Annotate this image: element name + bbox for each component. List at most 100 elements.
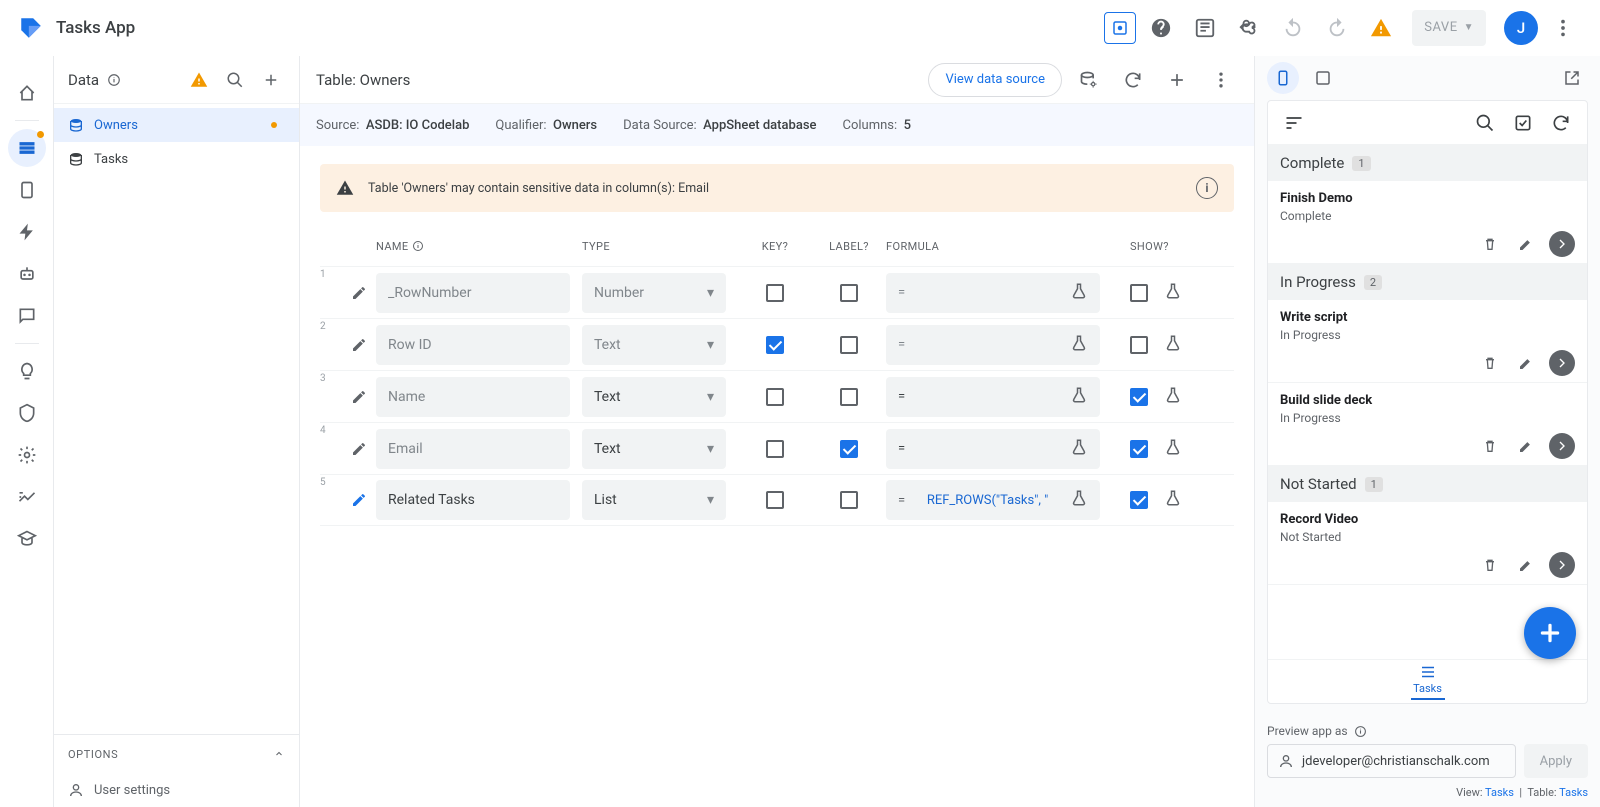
regenerate-icon[interactable] xyxy=(1116,63,1150,97)
table-settings-icon[interactable] xyxy=(1072,63,1106,97)
open-external-icon[interactable] xyxy=(1556,62,1588,94)
edit-icon[interactable] xyxy=(1513,231,1539,257)
column-type-select[interactable]: Text▾ xyxy=(582,325,726,365)
column-type-select[interactable]: Number▾ xyxy=(582,273,726,313)
rail-bots-icon[interactable] xyxy=(8,255,46,293)
column-name-field[interactable]: Related Tasks xyxy=(376,480,570,520)
test-icon[interactable] xyxy=(1164,334,1182,356)
feedback-icon[interactable] xyxy=(1186,9,1224,47)
test-icon[interactable] xyxy=(1164,282,1182,304)
formula-field[interactable]: = REF_ROWS("Tasks", " xyxy=(886,480,1100,520)
edit-column-icon[interactable] xyxy=(342,337,376,353)
key-checkbox[interactable] xyxy=(766,388,784,406)
column-type-select[interactable]: List▾ xyxy=(582,480,726,520)
label-checkbox[interactable] xyxy=(840,388,858,406)
column-type-select[interactable]: Text▾ xyxy=(582,429,726,469)
rail-data-icon[interactable] xyxy=(8,129,46,167)
test-icon[interactable] xyxy=(1164,386,1182,408)
panel-warning-icon[interactable] xyxy=(185,66,213,94)
alert-info-icon[interactable]: i xyxy=(1196,177,1218,199)
rail-views-icon[interactable] xyxy=(8,171,46,209)
key-checkbox[interactable] xyxy=(766,284,784,302)
group-header[interactable]: Complete1 xyxy=(1268,145,1587,181)
redo-icon[interactable] xyxy=(1318,9,1356,47)
preview-refresh-icon[interactable] xyxy=(1545,107,1577,139)
add-column-icon[interactable] xyxy=(1160,63,1194,97)
label-checkbox[interactable] xyxy=(840,336,858,354)
column-name-field[interactable]: Name xyxy=(376,377,570,417)
rail-home-icon[interactable] xyxy=(8,74,46,112)
chevron-right-icon[interactable] xyxy=(1549,433,1575,459)
chevron-right-icon[interactable] xyxy=(1549,552,1575,578)
chevron-right-icon[interactable] xyxy=(1549,350,1575,376)
device-mobile-icon[interactable] xyxy=(1267,62,1299,94)
preview-email-input[interactable]: jdeveloper@christianschalk.com xyxy=(1267,744,1516,778)
formula-field[interactable]: = xyxy=(886,273,1100,313)
user-settings-row[interactable]: User settings xyxy=(54,773,299,807)
key-checkbox[interactable] xyxy=(766,491,784,509)
edit-icon[interactable] xyxy=(1513,350,1539,376)
undo-icon[interactable] xyxy=(1274,9,1312,47)
footer-view-link[interactable]: Tasks xyxy=(1485,786,1514,799)
task-card[interactable]: Write scriptIn Progress xyxy=(1268,300,1587,383)
show-checkbox[interactable] xyxy=(1130,336,1148,354)
column-type-select[interactable]: Text▾ xyxy=(582,377,726,417)
preview-search-icon[interactable] xyxy=(1469,107,1501,139)
task-card[interactable]: Build slide deckIn Progress xyxy=(1268,383,1587,466)
show-checkbox[interactable] xyxy=(1130,388,1148,406)
test-icon[interactable] xyxy=(1164,489,1182,511)
show-checkbox[interactable] xyxy=(1130,491,1148,509)
rail-chat-icon[interactable] xyxy=(8,297,46,335)
assistant-icon[interactable] xyxy=(1104,12,1136,44)
view-data-source-button[interactable]: View data source xyxy=(928,63,1062,97)
formula-field[interactable]: = xyxy=(886,325,1100,365)
options-header[interactable]: OPTIONS xyxy=(54,735,299,773)
edit-column-icon[interactable] xyxy=(342,389,376,405)
column-name-field[interactable]: Row ID xyxy=(376,325,570,365)
more-icon[interactable] xyxy=(1544,9,1582,47)
info-icon[interactable] xyxy=(107,73,121,87)
fab-add-button[interactable] xyxy=(1524,607,1576,659)
label-checkbox[interactable] xyxy=(840,284,858,302)
warning-icon[interactable] xyxy=(1362,9,1400,47)
table-more-icon[interactable] xyxy=(1204,63,1238,97)
rail-actions-icon[interactable] xyxy=(8,213,46,251)
sort-icon[interactable] xyxy=(1278,107,1310,139)
chevron-right-icon[interactable] xyxy=(1549,231,1575,257)
label-checkbox[interactable] xyxy=(840,491,858,509)
edit-column-icon[interactable] xyxy=(342,285,376,301)
add-table-icon[interactable] xyxy=(257,66,285,94)
device-tablet-icon[interactable] xyxy=(1307,62,1339,94)
rail-settings-icon[interactable] xyxy=(8,436,46,474)
edit-icon[interactable] xyxy=(1513,433,1539,459)
delete-icon[interactable] xyxy=(1477,231,1503,257)
rail-security-icon[interactable] xyxy=(8,394,46,432)
task-card[interactable]: Record VideoNot Started xyxy=(1268,502,1587,585)
search-icon[interactable] xyxy=(221,66,249,94)
group-header[interactable]: In Progress2 xyxy=(1268,264,1587,300)
formula-field[interactable]: = xyxy=(886,377,1100,417)
test-icon[interactable] xyxy=(1164,438,1182,460)
delete-icon[interactable] xyxy=(1477,350,1503,376)
key-checkbox[interactable] xyxy=(766,440,784,458)
group-header[interactable]: Not Started1 xyxy=(1268,466,1587,502)
share-icon[interactable] xyxy=(1230,9,1268,47)
column-name-field[interactable]: Email xyxy=(376,429,570,469)
edit-column-icon[interactable] xyxy=(342,492,376,508)
rail-intelligence-icon[interactable] xyxy=(8,352,46,390)
rail-learn-icon[interactable] xyxy=(8,520,46,558)
column-name-field[interactable]: _RowNumber xyxy=(376,273,570,313)
help-icon[interactable] xyxy=(1142,9,1180,47)
edit-icon[interactable] xyxy=(1513,552,1539,578)
rail-manage-icon[interactable] xyxy=(8,478,46,516)
preview-bottom-tab[interactable]: Tasks xyxy=(1268,659,1587,703)
delete-icon[interactable] xyxy=(1477,433,1503,459)
preview-select-icon[interactable] xyxy=(1507,107,1539,139)
edit-column-icon[interactable] xyxy=(342,441,376,457)
formula-field[interactable]: = xyxy=(886,429,1100,469)
task-card[interactable]: Finish DemoComplete xyxy=(1268,181,1587,264)
avatar[interactable]: J xyxy=(1504,11,1538,45)
show-checkbox[interactable] xyxy=(1130,440,1148,458)
label-checkbox[interactable] xyxy=(840,440,858,458)
table-item-owners[interactable]: Owners xyxy=(54,108,299,142)
